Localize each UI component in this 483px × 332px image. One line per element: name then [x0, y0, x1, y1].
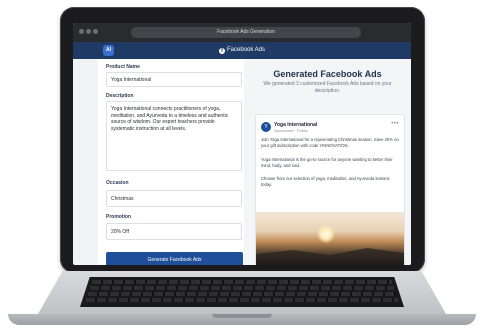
facebook-icon: f: [218, 48, 225, 54]
more-options-icon[interactable]: •••: [391, 121, 399, 127]
occasion-input[interactable]: Christmas: [106, 190, 242, 207]
ad-paragraph-3: Choose from our selection of yoga, medit…: [261, 176, 390, 187]
promotion-label: Promotion: [106, 214, 131, 220]
close-dot-icon[interactable]: [79, 29, 84, 34]
generate-facebook-ads-button[interactable]: Generate Facebook Ads: [106, 252, 243, 265]
key-row: [90, 286, 394, 290]
key-row: [86, 298, 398, 302]
key-row: [92, 280, 392, 284]
maximize-dot-icon[interactable]: [93, 29, 98, 34]
ad-preview-card[interactable]: Y Yoga International Sponsored · Public …: [255, 114, 405, 265]
occasion-label: Occasion: [106, 180, 129, 186]
sunset-sun: [317, 225, 335, 243]
key-row: [88, 292, 396, 296]
results-panel: Generated Facebook Ads We generated 3 cu…: [244, 59, 411, 265]
description-label: Description: [106, 93, 134, 99]
ad-image: [256, 212, 404, 265]
results-title: Generated Facebook Ads: [273, 69, 382, 79]
keyboard: [80, 277, 404, 307]
laptop-base: [8, 271, 476, 327]
app-header-title: f Facebook Ads: [73, 42, 411, 59]
ad-paragraph-2: Yoga International is the go-to source f…: [261, 157, 393, 168]
app-header: AI f Facebook Ads: [73, 42, 411, 59]
browser-tab-title[interactable]: Facebook Ads Generation: [131, 27, 361, 38]
promotion-input[interactable]: 20% Off: [106, 223, 242, 240]
laptop-notch: [212, 314, 272, 318]
ad-paragraph-1: Join Yoga International for a rejuvenati…: [261, 137, 399, 148]
results-subtitle: We generated 3 customized Facebook Ads b…: [263, 81, 392, 94]
description-textarea[interactable]: Yoga International connects practitioner…: [106, 101, 242, 171]
product-name-label: Product Name: [106, 64, 140, 70]
hill-silhouette: [256, 248, 404, 265]
app-title-text: Facebook Ads: [226, 47, 266, 53]
ad-meta: Sponsored · Public: [274, 128, 308, 133]
minimize-dot-icon[interactable]: [86, 29, 91, 34]
page-avatar: Y: [261, 122, 271, 132]
laptop-screen: Facebook Ads Generation AI f Facebook Ads…: [73, 23, 411, 265]
product-name-input[interactable]: Yoga International: [106, 72, 242, 87]
ad-form-panel: Product Name Yoga International Descript…: [98, 59, 244, 265]
browser-bar: Facebook Ads Generation: [73, 23, 411, 43]
